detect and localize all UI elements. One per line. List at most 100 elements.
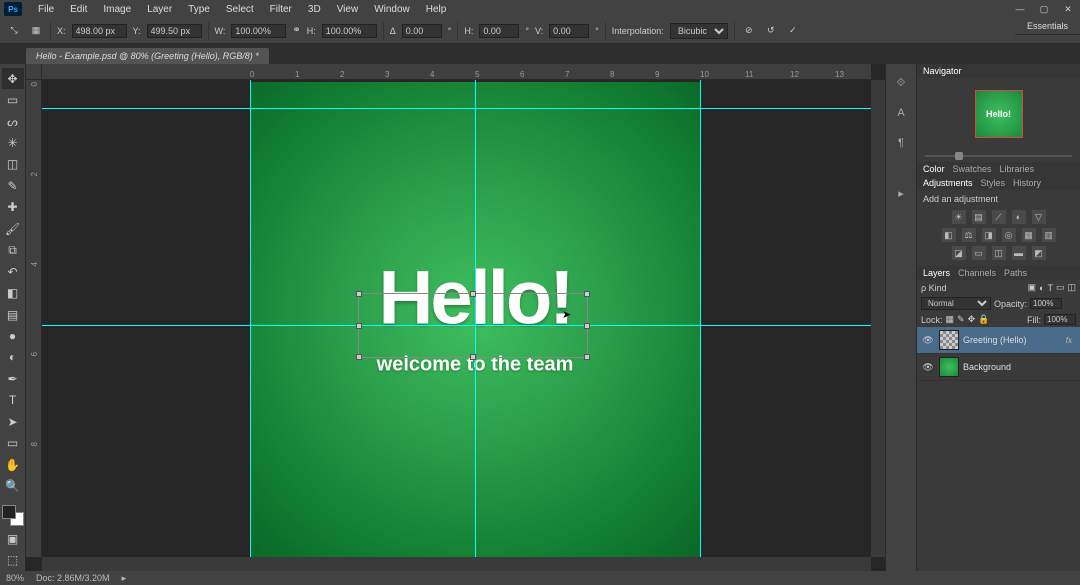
visibility-toggle-icon[interactable]: 👁 [921,333,935,347]
maximize-button[interactable]: ▢ [1032,1,1056,17]
clone-stamp-tool[interactable]: ⧉ [2,240,24,261]
x-input[interactable] [72,24,127,38]
history-brush-tool[interactable]: ↶ [2,261,24,282]
y-input[interactable] [147,24,202,38]
paths-tab[interactable]: Paths [1004,268,1027,278]
screen-mode-toggle[interactable]: ⬚ [2,549,24,570]
photo-filter-icon[interactable]: ◎ [1002,228,1016,242]
transform-handle[interactable] [584,291,590,297]
reset-transform-icon[interactable]: ↺ [763,23,779,39]
document-tab[interactable]: Hello - Example.psd @ 80% (Greeting (Hel… [26,48,269,64]
horizontal-ruler[interactable]: 0 1 2 3 4 5 6 7 8 9 10 11 12 13 [42,64,871,80]
skew-v-input[interactable] [549,24,589,38]
path-selection-tool[interactable]: ➤ [2,411,24,432]
layer-name[interactable]: Background [963,362,1011,372]
interpolation-select[interactable]: Bicubic [670,23,728,39]
actions-panel-icon[interactable]: ▸ [888,180,914,206]
gradient-tool[interactable]: ▤ [2,304,24,325]
lasso-tool[interactable]: ᔕ [2,111,24,132]
quick-mask-toggle[interactable]: ▣ [2,528,24,549]
character-panel-icon[interactable]: A [888,100,914,126]
blend-mode-select[interactable]: Normal [921,297,991,310]
zoom-level[interactable]: 80% [6,573,24,583]
opacity-input[interactable] [1030,298,1062,309]
minimize-button[interactable]: — [1008,1,1032,17]
color-swatches[interactable] [2,505,24,526]
brush-tool[interactable]: 🖌 [2,218,24,239]
filter-type-icon[interactable]: T [1047,283,1053,293]
selective-color-icon[interactable]: ◩ [1032,246,1046,260]
crop-tool[interactable]: ◫ [2,154,24,175]
transform-handle[interactable] [470,354,476,360]
hue-icon[interactable]: ◧ [942,228,956,242]
styles-tab[interactable]: Styles [981,178,1006,188]
channels-tab[interactable]: Channels [958,268,996,278]
transform-handle[interactable] [356,291,362,297]
color-balance-icon[interactable]: ⚖ [962,228,976,242]
eraser-tool[interactable]: ◧ [2,282,24,303]
transform-handle[interactable] [470,291,476,297]
levels-icon[interactable]: ▤ [972,210,986,224]
cancel-transform-icon[interactable]: ⊘ [741,23,757,39]
link-icon[interactable]: ⚭ [292,25,300,36]
foreground-color[interactable] [2,505,16,519]
invert-icon[interactable]: ◪ [952,246,966,260]
layer-fx-badge[interactable]: fx [1066,336,1076,345]
bw-icon[interactable]: ◨ [982,228,996,242]
hand-tool[interactable]: ✋ [2,454,24,475]
color-lookup-icon[interactable]: ▥ [1042,228,1056,242]
exposure-icon[interactable]: ◐ [1012,210,1026,224]
menu-image[interactable]: Image [95,2,139,17]
layer-name[interactable]: Greeting (Hello) [963,335,1027,345]
filter-pixel-icon[interactable]: ▣ [1028,282,1037,293]
swatches-tab[interactable]: Swatches [953,164,992,174]
menu-file[interactable]: File [30,2,62,17]
eyedropper-tool[interactable]: ✎ [2,175,24,196]
menu-type[interactable]: Type [180,2,218,17]
libraries-tab[interactable]: Libraries [1000,164,1035,174]
menu-view[interactable]: View [329,2,367,17]
menu-3d[interactable]: 3D [300,2,329,17]
color-tab[interactable]: Color [923,164,945,174]
vibrance-icon[interactable]: ▽ [1032,210,1046,224]
transform-handle[interactable] [584,354,590,360]
guide-vertical[interactable] [250,80,251,557]
menu-layer[interactable]: Layer [139,2,180,17]
adjustments-tab[interactable]: Adjustments [923,178,973,188]
status-arrow-icon[interactable]: ▸ [122,573,127,584]
w-input[interactable] [231,24,286,38]
doc-size[interactable]: Doc: 2.86M/3.20M [36,573,110,583]
close-button[interactable]: ✕ [1056,1,1080,17]
navigator-tab[interactable]: Navigator [923,66,962,76]
navigator-preview[interactable]: Hello! [917,78,1080,150]
fill-input[interactable] [1044,314,1076,325]
guide-vertical[interactable] [700,80,701,557]
gradient-map-icon[interactable]: ▬ [1012,246,1026,260]
dodge-tool[interactable]: ◐ [2,347,24,368]
lock-pixels-icon[interactable]: ✎ [957,314,965,325]
canvas[interactable]: Hello! welcome to the team ➤ [42,80,871,557]
reference-point-icon[interactable]: ▦ [28,23,44,39]
commit-transform-icon[interactable]: ✓ [785,23,801,39]
layer-row[interactable]: 👁 Greeting (Hello) fx [917,327,1080,354]
menu-select[interactable]: Select [218,2,262,17]
threshold-icon[interactable]: ◫ [992,246,1006,260]
magic-wand-tool[interactable]: ✳ [2,132,24,153]
navigator-zoom-slider[interactable] [917,150,1080,162]
zoom-tool[interactable]: 🔍 [2,475,24,496]
filter-adjust-icon[interactable]: ◐ [1039,283,1044,293]
menu-help[interactable]: Help [418,2,455,17]
menu-filter[interactable]: Filter [262,2,300,17]
blur-tool[interactable]: ● [2,325,24,346]
transform-handle[interactable] [584,323,590,329]
healing-tool[interactable]: ✚ [2,197,24,218]
h-input[interactable] [322,24,377,38]
paragraph-panel-icon[interactable]: ¶ [888,130,914,156]
workspace-switcher[interactable]: Essentials [1015,18,1080,35]
vertical-ruler[interactable]: 0 2 4 6 8 [26,80,42,557]
menu-edit[interactable]: Edit [62,2,95,17]
skew-h-input[interactable] [479,24,519,38]
shape-tool[interactable]: ▭ [2,432,24,453]
transform-handle[interactable] [356,354,362,360]
layer-thumbnail[interactable] [939,330,959,350]
